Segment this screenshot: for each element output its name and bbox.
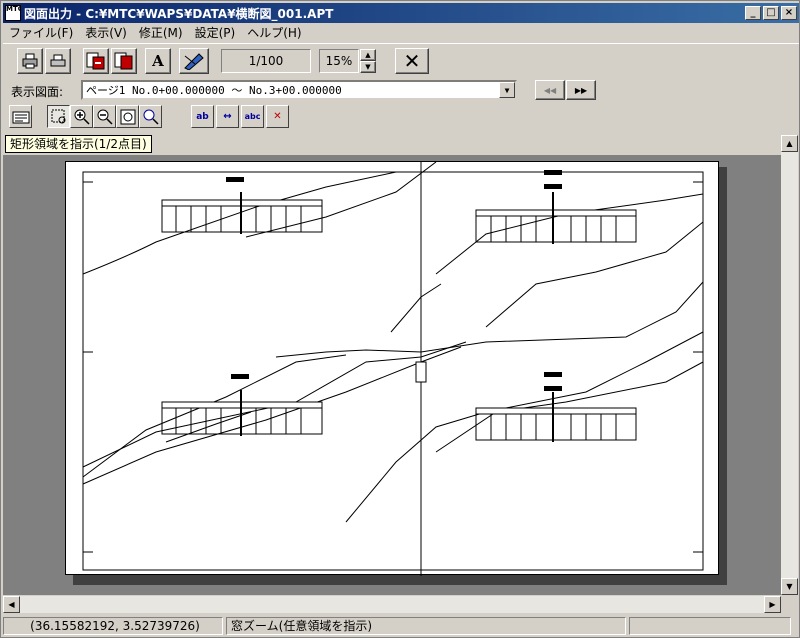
spin-down-icon: ▼ <box>365 63 371 71</box>
text-tool-button[interactable]: ab <box>191 105 214 128</box>
window-title: 図面出力 - C:¥MTC¥WAPS¥DATA¥横断図_001.APT <box>24 6 334 21</box>
title-bar[interactable]: MTC 図面出力 - C:¥MTC¥WAPS¥DATA¥横断図_001.APT … <box>3 3 799 23</box>
main-toolbar: A 1/100 15% ▲ ▼ ✕ <box>3 43 799 77</box>
minimize-button[interactable]: _ <box>745 6 761 20</box>
menu-settings[interactable]: 設定(P) <box>189 24 242 41</box>
move-text-button[interactable]: ↔ <box>216 105 239 128</box>
print-preview-button[interactable] <box>45 48 71 74</box>
coordinate-readout: (36.15582192, 3.52739726) <box>3 617 223 635</box>
close-view-button[interactable]: ✕ <box>395 48 429 74</box>
zoom-display: 15% <box>319 49 359 73</box>
scroll-left-arrow-icon[interactable]: ◀ <box>3 596 20 613</box>
drawing-sheet[interactable] <box>65 161 719 576</box>
tool-tooltip: 矩形領域を指示(1/2点目) <box>5 135 152 153</box>
zoom-in-button[interactable] <box>70 105 93 128</box>
page-view-button[interactable] <box>9 105 32 128</box>
structure-top-left <box>161 177 323 234</box>
print-setup-icon <box>50 54 66 67</box>
export-button[interactable] <box>83 48 109 74</box>
replace-text-button[interactable]: abc <box>241 105 264 128</box>
window-zoom-button[interactable] <box>47 105 70 128</box>
page-selector-label: 表示図面: <box>11 85 64 99</box>
menu-view[interactable]: 表示(V) <box>79 24 133 41</box>
next-page-button[interactable]: ▶▶ <box>566 80 596 100</box>
print-button[interactable] <box>17 48 43 74</box>
menu-file[interactable]: ファイル(F) <box>3 24 79 41</box>
scroll-up-arrow-icon[interactable]: ▲ <box>781 135 798 152</box>
text-display-button[interactable]: A <box>145 48 171 74</box>
scroll-down-arrow-icon[interactable]: ▼ <box>781 578 798 595</box>
zoom-out-icon <box>97 109 113 125</box>
zoom-in-icon <box>74 109 90 125</box>
status-bar: (36.15582192, 3.52739726) 窓ズーム(任意領域を指示) <box>3 615 799 637</box>
page-toolbar: 表示図面: ページ1 No.0+00.000000 〜 No.3+00.0000… <box>3 79 799 103</box>
printer-icon <box>22 53 38 69</box>
app-window: MTC 図面出力 - C:¥MTC¥WAPS¥DATA¥横断図_001.APT … <box>0 0 800 638</box>
zoom-up-button[interactable]: ▲ <box>360 49 376 61</box>
zoom-down-button[interactable]: ▼ <box>360 61 376 73</box>
menu-bar: ファイル(F) 表示(V) 修正(M) 設定(P) ヘルプ(H) <box>3 23 799 41</box>
vertical-scrollbar[interactable]: ▲ ▼ <box>781 135 798 595</box>
page-select-value: ページ1 No.0+00.000000 〜 No.3+00.000000 <box>86 84 342 97</box>
export-icon <box>86 52 105 70</box>
dropdown-arrow-icon[interactable]: ▼ <box>499 82 515 98</box>
drawing-canvas[interactable] <box>3 155 781 595</box>
copy-page-button[interactable] <box>111 48 137 74</box>
maximize-button[interactable]: □ <box>763 6 779 20</box>
status-pane-empty <box>629 617 791 635</box>
view-toolbar: ab ↔ abc ✕ <box>3 105 799 133</box>
zoom-fit-button[interactable] <box>116 105 139 128</box>
menu-help[interactable]: ヘルプ(H) <box>241 24 307 41</box>
structure-top-right <box>475 170 637 244</box>
pen-settings-button[interactable] <box>179 48 209 74</box>
rect-select-icon <box>51 109 65 123</box>
structure-bottom-right <box>475 372 637 442</box>
delete-text-button[interactable]: ✕ <box>266 105 289 128</box>
pen-icon <box>184 53 204 70</box>
zoom-out-button[interactable] <box>93 105 116 128</box>
copy-pages-icon <box>114 52 133 70</box>
page-view-icon <box>12 111 29 123</box>
cross-section-drawing <box>82 161 704 576</box>
zoom-fit-icon <box>120 109 135 124</box>
app-icon: MTC <box>5 5 21 21</box>
status-message: 窓ズーム(任意領域を指示) <box>226 617 626 635</box>
scroll-right-arrow-icon[interactable]: ▶ <box>764 596 781 613</box>
zoom-back-icon <box>143 109 159 125</box>
prev-page-button[interactable]: ◀◀ <box>535 80 565 100</box>
zoom-previous-button[interactable] <box>139 105 162 128</box>
spin-up-icon: ▲ <box>365 51 371 59</box>
close-button[interactable]: × <box>781 6 797 20</box>
scale-display: 1/100 <box>221 49 311 73</box>
structure-bottom-left <box>161 374 323 436</box>
page-select[interactable]: ページ1 No.0+00.000000 〜 No.3+00.000000 ▼ <box>81 80 517 100</box>
horizontal-scrollbar[interactable]: ◀ ▶ <box>3 596 781 613</box>
menu-edit[interactable]: 修正(M) <box>133 24 189 41</box>
